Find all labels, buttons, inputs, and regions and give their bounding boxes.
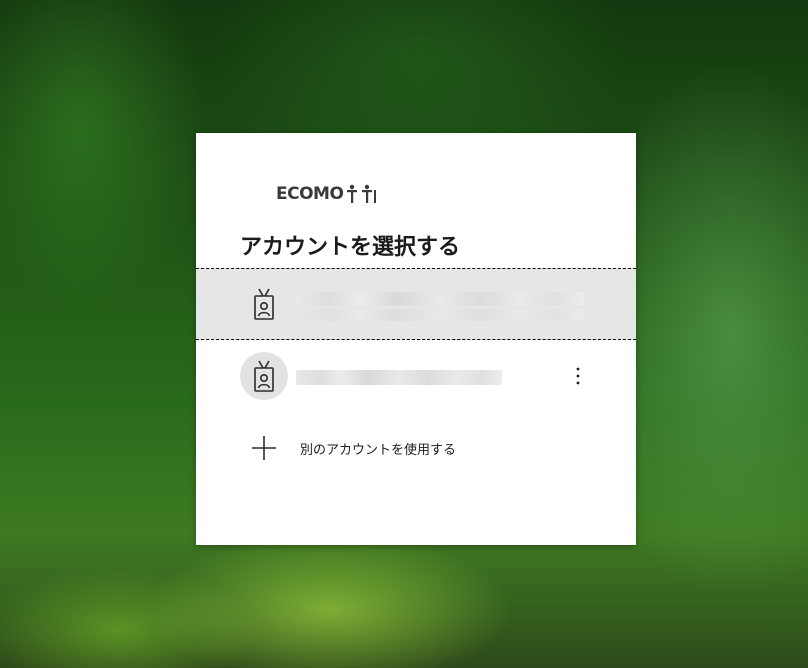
account-email-redacted bbox=[296, 370, 502, 385]
dialog-title: アカウントを選択する bbox=[240, 235, 461, 260]
badge-icon bbox=[254, 360, 274, 392]
account-list: 別のアカウントを使用する bbox=[196, 268, 636, 484]
brand-logo-text: ECOMO bbox=[276, 184, 344, 204]
more-vertical-icon bbox=[576, 367, 580, 385]
more-options-button[interactable] bbox=[566, 360, 590, 392]
account-name-redacted bbox=[296, 292, 584, 306]
badge-icon bbox=[254, 288, 274, 320]
use-another-account-button[interactable]: 別のアカウントを使用する bbox=[196, 412, 636, 484]
use-another-account-label: 別のアカウントを使用する bbox=[300, 442, 457, 458]
brand-logo-figures-icon bbox=[347, 184, 377, 203]
brand-logo: ECOMO bbox=[276, 183, 379, 205]
account-email-redacted bbox=[296, 309, 584, 321]
account-avatar bbox=[240, 280, 288, 328]
account-picker-dialog: ECOMO アカウントを選択する 別のアカウントを使用する bbox=[196, 133, 636, 545]
account-avatar bbox=[240, 352, 288, 400]
account-tile[interactable] bbox=[196, 340, 636, 412]
add-account-avatar bbox=[240, 424, 288, 472]
account-tile-selected[interactable] bbox=[196, 268, 636, 340]
plus-icon bbox=[252, 436, 276, 460]
